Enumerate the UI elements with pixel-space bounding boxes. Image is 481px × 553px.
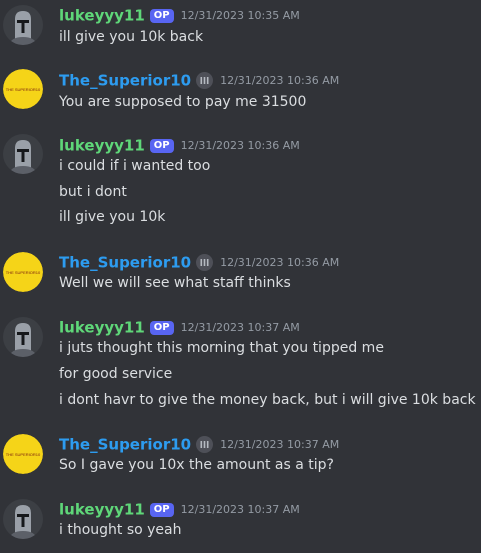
message-text: Well we will see what staff thinks [59, 275, 291, 291]
op-tag: OP [149, 8, 174, 23]
avatar[interactable] [3, 317, 43, 357]
op-tag: OP [149, 138, 174, 153]
message-header: The_Superior10 12/31/2023 10:37 AM [59, 434, 339, 454]
message-header: lukeyyy11 OP 12/31/2023 10:35 AM [59, 5, 300, 25]
superior-logo-icon: THE SUPERIOR10 [3, 434, 43, 474]
role-icon[interactable] [196, 254, 214, 271]
avatar[interactable] [3, 134, 43, 174]
message-text: i dont havr to give the money back, but … [59, 392, 476, 408]
message-text: ill give you 10k [59, 209, 166, 225]
avatar[interactable]: THE SUPERIOR10 [3, 434, 43, 474]
username[interactable]: lukeyyy11 [59, 7, 145, 25]
message-text: i juts thought this morning that you tip… [59, 340, 384, 356]
mandalorian-helmet-icon [3, 134, 43, 174]
message-header: lukeyyy11 OP 12/31/2023 10:37 AM [59, 317, 300, 337]
message-header: lukeyyy11 OP 12/31/2023 10:36 AM [59, 135, 300, 155]
logo-text: THE SUPERIOR10 [6, 452, 41, 457]
role-icon[interactable] [196, 72, 214, 89]
timestamp: 12/31/2023 10:37 AM [180, 503, 300, 516]
role-icon[interactable] [196, 436, 214, 453]
username[interactable]: lukeyyy11 [59, 319, 145, 337]
message-text: So I gave you 10x the amount as a tip? [59, 457, 334, 473]
logo-text: THE SUPERIOR10 [6, 87, 41, 92]
message-text: You are supposed to pay me 31500 [59, 94, 307, 110]
message-header: lukeyyy11 OP 12/31/2023 10:37 AM [59, 499, 300, 519]
username[interactable]: The_Superior10 [59, 72, 191, 90]
message-text: for good service [59, 366, 173, 382]
message-text: i thought so yeah [59, 522, 182, 538]
timestamp: 12/31/2023 10:37 AM [220, 438, 340, 451]
mandalorian-helmet-icon [3, 499, 43, 539]
avatar[interactable]: THE SUPERIOR10 [3, 252, 43, 292]
message-text: i could if i wanted too [59, 158, 211, 174]
avatar[interactable]: THE SUPERIOR10 [3, 69, 43, 109]
username[interactable]: The_Superior10 [59, 254, 191, 272]
username[interactable]: lukeyyy11 [59, 137, 145, 155]
timestamp: 12/31/2023 10:36 AM [220, 256, 340, 269]
mandalorian-helmet-icon [3, 5, 43, 45]
username[interactable]: lukeyyy11 [59, 501, 145, 519]
timestamp: 12/31/2023 10:36 AM [180, 139, 300, 152]
avatar[interactable] [3, 499, 43, 539]
logo-text: THE SUPERIOR10 [6, 270, 41, 275]
mandalorian-helmet-icon [3, 317, 43, 357]
timestamp: 12/31/2023 10:37 AM [180, 321, 300, 334]
message-header: The_Superior10 12/31/2023 10:36 AM [59, 70, 339, 90]
message-text: ill give you 10k back [59, 29, 204, 45]
timestamp: 12/31/2023 10:36 AM [220, 74, 340, 87]
timestamp: 12/31/2023 10:35 AM [180, 9, 300, 22]
op-tag: OP [149, 502, 174, 517]
message-header: The_Superior10 12/31/2023 10:36 AM [59, 252, 339, 272]
superior-logo-icon: THE SUPERIOR10 [3, 69, 43, 109]
message-text: but i dont [59, 184, 127, 200]
op-tag: OP [149, 320, 174, 335]
username[interactable]: The_Superior10 [59, 436, 191, 454]
superior-logo-icon: THE SUPERIOR10 [3, 252, 43, 292]
avatar[interactable] [3, 5, 43, 45]
